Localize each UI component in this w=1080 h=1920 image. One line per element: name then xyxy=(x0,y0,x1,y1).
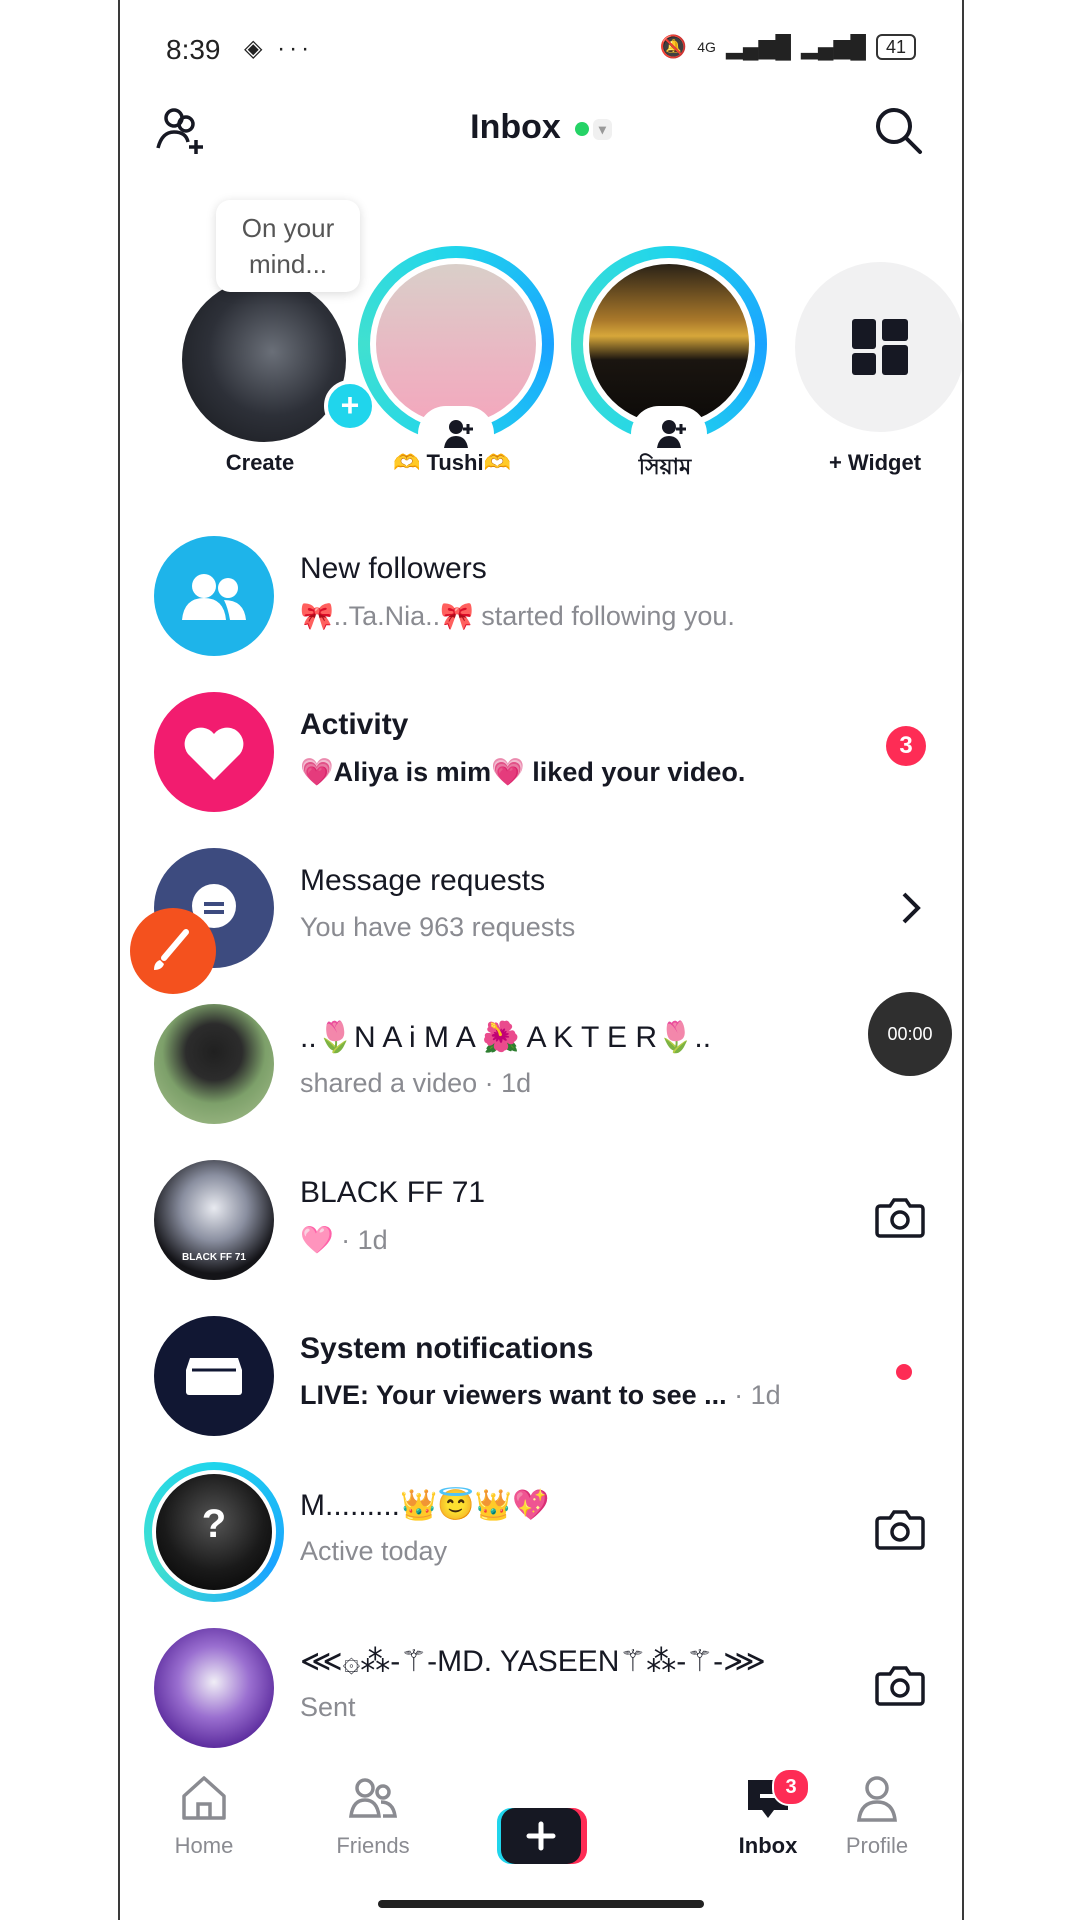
row-subtitle: Active today xyxy=(300,1536,448,1566)
tab-profile[interactable]: Profile xyxy=(817,1770,937,1859)
row-title: System notifications xyxy=(300,1332,594,1365)
story-create[interactable]: On your mind... + Create xyxy=(160,190,376,490)
story-label-siyam: সিয়াম xyxy=(638,454,692,479)
row-title: Message requests xyxy=(300,864,546,897)
right-margin xyxy=(962,0,1080,1920)
camera-icon[interactable] xyxy=(874,1662,926,1713)
row-title: ⋘۞⁂-⚚-MD. YASEEN⚚⁂-⚚-⋙ xyxy=(300,1645,766,1678)
battery-icon: 41 xyxy=(875,34,916,60)
camera-icon[interactable] xyxy=(874,1194,926,1245)
page-title[interactable]: Inbox ▾ xyxy=(120,108,962,147)
search-icon[interactable] xyxy=(872,104,924,156)
row-subtitle: 🩷 · 1d xyxy=(300,1225,388,1255)
list-item-yaseen[interactable]: ⋘۞⁂-⚚-MD. YASEEN⚚⁂-⚚-⋙ Sent xyxy=(120,1612,962,1768)
row-title: BLACK FF 71 xyxy=(300,1176,486,1209)
mute-icon: 🔕 xyxy=(659,34,688,59)
people-icon xyxy=(182,574,246,620)
tab-label-inbox: Inbox xyxy=(738,1833,798,1858)
inbox-unread-badge: 3 xyxy=(772,1768,810,1806)
heart-icon xyxy=(184,727,244,780)
story-label-create: Create xyxy=(225,450,295,475)
list-item-system-notifications[interactable]: System notifications LIVE: Your viewers … xyxy=(120,1300,962,1456)
chevron-down-icon: ▾ xyxy=(592,118,612,140)
story-label-widget: + Widget xyxy=(828,450,922,475)
row-subtitle-text: LIVE: Your viewers want to see ... xyxy=(300,1380,727,1410)
tab-home[interactable]: Home xyxy=(144,1770,264,1859)
create-video-button[interactable] xyxy=(497,1808,587,1864)
brush-icon xyxy=(154,929,189,970)
bottom-tab-bar: Home Friends 3 Inbox Profile xyxy=(120,1768,962,1880)
user-avatar: BLACK FF 71 xyxy=(154,1160,274,1280)
tab-label-profile: Profile xyxy=(845,1833,909,1858)
my-avatar xyxy=(182,278,346,442)
story-avatar-tushi xyxy=(376,264,536,424)
row-subtitle: 💗Aliya is mim💗 liked your video. xyxy=(300,757,746,787)
tab-label-friends: Friends xyxy=(336,1833,410,1858)
inbox-title-text: Inbox xyxy=(470,108,561,146)
recording-timer[interactable]: 00:00 xyxy=(868,992,952,1076)
system-avatar xyxy=(154,1316,274,1436)
friends-icon xyxy=(349,1778,398,1818)
stories-row: On your mind... + Create 🫶 Tushi🫶 সিয়াম… xyxy=(120,190,962,490)
widget-circle xyxy=(795,262,962,432)
story-widget[interactable]: + Widget xyxy=(775,190,962,490)
unread-count-badge: 3 xyxy=(886,726,926,766)
followers-avatar xyxy=(154,536,274,656)
network-label: 4G xyxy=(697,39,716,55)
row-time: · 1d xyxy=(734,1380,781,1410)
status-notification-icons: ◈ ··· xyxy=(244,35,314,62)
status-bar: 8:39 ◈ ··· 🔕 4G ▂▄▆█ ▂▄▆█ 41 xyxy=(120,0,962,100)
list-item-activity[interactable]: Activity 💗Aliya is mim💗 liked your video… xyxy=(120,676,962,832)
inbox-tray-icon xyxy=(186,1358,242,1395)
signal-icon-2: ▂▄▆█ xyxy=(800,34,866,59)
list-item-new-followers[interactable]: New followers 🎀..Ta.Nia..🎀 started follo… xyxy=(120,520,962,676)
row-title: M.........👑😇👑💖 xyxy=(300,1489,550,1522)
online-status-dot xyxy=(574,122,589,137)
list-item-black-ff[interactable]: BLACK FF 71 BLACK FF 71 🩷 · 1d xyxy=(120,1144,962,1300)
signal-icon: ▂▄▆█ xyxy=(725,34,791,59)
tab-label-home: Home xyxy=(174,1833,234,1858)
activity-avatar xyxy=(154,692,274,812)
brush-floating-button[interactable] xyxy=(130,908,216,994)
unread-badge-wrap: 3 xyxy=(886,726,926,766)
story-tushi[interactable]: 🫶 Tushi🫶 xyxy=(352,190,554,490)
row-title: New followers xyxy=(300,552,487,585)
row-subtitle: You have 963 requests xyxy=(300,912,576,942)
home-icon xyxy=(182,1776,226,1820)
status-time: 8:39 xyxy=(166,34,221,65)
unread-dot xyxy=(896,1364,912,1380)
list-item-message-requests[interactable]: Message requests You have 963 requests xyxy=(120,832,962,988)
camera-icon[interactable] xyxy=(874,1506,926,1557)
profile-icon xyxy=(857,1776,897,1822)
inbox-header: Inbox ▾ xyxy=(120,100,962,180)
left-margin xyxy=(0,0,120,1920)
widget-icon xyxy=(852,319,908,375)
avatar-caption: BLACK FF 71 xyxy=(182,1252,246,1263)
on-your-mind-bubble[interactable]: On your mind... xyxy=(216,200,360,292)
phone-screen: 8:39 ◈ ··· 🔕 4G ▂▄▆█ ▂▄▆█ 41 Inbox▾ On xyxy=(120,0,962,1920)
tab-friends[interactable]: Friends xyxy=(313,1770,433,1859)
story-siyam[interactable]: সিয়াম xyxy=(565,190,767,490)
chevron-right-icon xyxy=(896,888,926,933)
row-subtitle: Sent xyxy=(300,1692,356,1722)
tab-inbox[interactable]: 3 Inbox xyxy=(708,1768,828,1859)
list-item-m[interactable]: ? M.........👑😇👑💖 Active today xyxy=(120,1456,962,1612)
user-avatar xyxy=(154,1004,274,1124)
user-avatar xyxy=(154,1628,274,1748)
row-title: ..🌷N A i M A 🌺 A K T E R🌷.. xyxy=(300,1021,712,1054)
story-avatar-siyam xyxy=(589,264,749,424)
row-title: Activity xyxy=(300,708,409,741)
user-avatar: ? xyxy=(144,1462,284,1602)
story-label-tushi: 🫶 Tushi🫶 xyxy=(393,450,511,475)
row-subtitle: shared a video · 1d xyxy=(300,1068,532,1098)
row-subtitle: 🎀..Ta.Nia..🎀 started following you. xyxy=(300,601,735,631)
status-right: 🔕 4G ▂▄▆█ ▂▄▆█ 41 xyxy=(660,34,916,60)
unread-dot-wrap xyxy=(896,1350,926,1380)
list-item-naima[interactable]: ..🌷N A i M A 🌺 A K T E R🌷.. shared a vid… xyxy=(120,988,962,1144)
home-indicator[interactable] xyxy=(378,1900,704,1908)
row-subtitle: LIVE: Your viewers want to see ... · 1d xyxy=(300,1380,781,1411)
